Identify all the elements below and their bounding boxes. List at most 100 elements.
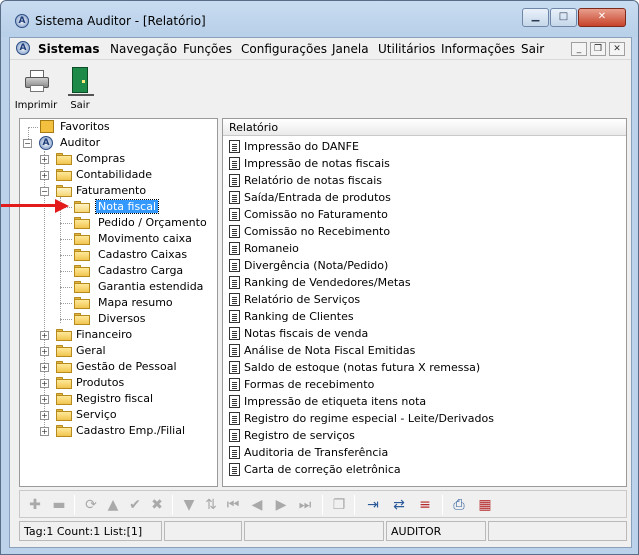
report-item[interactable]: Saída/Entrada de produtos xyxy=(229,189,619,206)
tree-item-geral[interactable]: + Geral xyxy=(20,343,217,359)
first-record-icon[interactable]: ⏮ xyxy=(224,496,242,514)
print-button[interactable]: Imprimir xyxy=(13,64,59,112)
minimize-icon[interactable]: ▁ xyxy=(522,8,549,27)
printer-small-icon[interactable]: ⎙ xyxy=(450,496,468,514)
tree-item-pedido-orcamento[interactable]: Pedido / Orçamento xyxy=(20,215,217,231)
confirm-icon[interactable]: ✔ xyxy=(126,496,144,514)
next-record-icon[interactable]: ▶ xyxy=(272,496,290,514)
close-icon[interactable]: ✕ xyxy=(578,8,626,27)
menu-informacoes[interactable]: Informações xyxy=(441,42,515,56)
menu-janela[interactable]: Janela xyxy=(332,42,369,56)
expand-icon[interactable]: + xyxy=(40,347,49,356)
menu-funcoes[interactable]: Funções xyxy=(183,42,232,56)
report-list[interactable]: Relatório Impressão do DANFE Impressão de… xyxy=(222,118,627,487)
report-document-icon xyxy=(229,361,240,374)
navigation-tree[interactable]: Favoritos − A Auditor + Compras + Contab… xyxy=(19,118,218,487)
tree-item-faturamento[interactable]: − Faturamento xyxy=(20,183,217,199)
tree-item-cadastro-carga[interactable]: Cadastro Carga xyxy=(20,263,217,279)
tree-item-compras[interactable]: + Compras xyxy=(20,151,217,167)
filter-icon[interactable]: ▼ xyxy=(180,496,198,514)
report-document-icon xyxy=(229,378,240,391)
report-item[interactable]: Saldo de estoque (notas futura X remessa… xyxy=(229,359,619,376)
report-item[interactable]: Auditoria de Transferência xyxy=(229,444,619,461)
mdi-restore-icon[interactable]: ❐ xyxy=(590,42,606,56)
tree-item-contabilidade[interactable]: + Contabilidade xyxy=(20,167,217,183)
report-item[interactable]: Impressão de notas fiscais xyxy=(229,155,619,172)
menu-sair[interactable]: Sair xyxy=(521,42,544,56)
report-item[interactable]: Relatório de Serviços xyxy=(229,291,619,308)
title-bar[interactable]: A Sistema Auditor - [Relatório] ▁ □ ✕ xyxy=(1,1,638,37)
tree-label: Compras xyxy=(76,152,126,165)
last-record-icon[interactable]: ⏭ xyxy=(296,496,314,514)
tree-item-produtos[interactable]: + Produtos xyxy=(20,375,217,391)
cancel-icon[interactable]: ✖ xyxy=(148,496,166,514)
tree-item-movimento-caixa[interactable]: Movimento caixa xyxy=(20,231,217,247)
report-item[interactable]: Impressão de etiqueta itens nota xyxy=(229,393,619,410)
expand-icon[interactable]: + xyxy=(40,411,49,420)
import-icon[interactable]: ⇥ xyxy=(364,496,382,514)
expand-icon[interactable]: + xyxy=(40,331,49,340)
report-column-header[interactable]: Relatório xyxy=(223,119,626,136)
exit-door-icon xyxy=(68,67,94,96)
report-document-icon xyxy=(229,463,240,476)
remove-icon[interactable]: ▬ xyxy=(50,496,68,514)
report-item[interactable]: Formas de recebimento xyxy=(229,376,619,393)
mdi-minimize-icon[interactable]: _ xyxy=(571,42,587,56)
exit-button[interactable]: Sair xyxy=(57,64,103,112)
report-item[interactable]: Relatório de notas fiscais xyxy=(229,172,619,189)
tree-item-financeiro[interactable]: + Financeiro xyxy=(20,327,217,343)
menu-logo-icon[interactable]: A xyxy=(16,41,30,55)
collapse-icon[interactable]: − xyxy=(23,139,32,148)
window-title: Sistema Auditor - [Relatório] xyxy=(35,14,206,28)
tree-item-registro-fiscal[interactable]: + Registro fiscal xyxy=(20,391,217,407)
report-item[interactable]: Comissão no Recebimento xyxy=(229,223,619,240)
report-item[interactable]: Romaneio xyxy=(229,240,619,257)
folder-icon xyxy=(74,297,90,309)
menu-sistemas[interactable]: Sistemas xyxy=(38,42,100,56)
calendar-icon[interactable]: ▦ xyxy=(476,496,494,514)
menu-utilitarios[interactable]: Utilitários xyxy=(378,42,435,56)
tree-item-auditor[interactable]: − A Auditor xyxy=(20,135,217,151)
report-item[interactable]: Ranking de Clientes xyxy=(229,308,619,325)
refresh-icon[interactable]: ⟳ xyxy=(82,496,100,514)
tree-item-mapa-resumo[interactable]: Mapa resumo xyxy=(20,295,217,311)
report-item[interactable]: Registro do regime especial - Leite/Deri… xyxy=(229,410,619,427)
tree-item-favoritos[interactable]: Favoritos xyxy=(20,119,217,135)
tree-item-cadastro-caixas[interactable]: Cadastro Caixas xyxy=(20,247,217,263)
expand-icon[interactable]: + xyxy=(40,379,49,388)
app-logo-icon[interactable]: A xyxy=(15,14,29,28)
expand-icon[interactable]: + xyxy=(40,395,49,404)
add-icon[interactable]: ✚ xyxy=(26,496,44,514)
sort-icon[interactable]: ⇅ xyxy=(202,496,220,514)
report-item[interactable]: Divergência (Nota/Pedido) xyxy=(229,257,619,274)
client-area: A Sistemas Navegação Funções Configuraçõ… xyxy=(9,37,632,548)
tree-item-cadastro-emp-filial[interactable]: + Cadastro Emp./Filial xyxy=(20,423,217,439)
report-item[interactable]: Impressão do DANFE xyxy=(229,138,619,155)
report-item[interactable]: Ranking de Vendedores/Metas xyxy=(229,274,619,291)
expand-icon[interactable]: + xyxy=(40,171,49,180)
mdi-close-icon[interactable]: ✕ xyxy=(609,42,625,56)
report-item[interactable]: Registro de serviços xyxy=(229,427,619,444)
menu-configuracoes[interactable]: Configurações xyxy=(241,42,327,56)
expand-icon[interactable]: + xyxy=(40,155,49,164)
report-item[interactable]: Carta de correção eletrônica xyxy=(229,461,619,478)
export-icon[interactable]: ⇄ xyxy=(390,496,408,514)
collapse-icon[interactable]: − xyxy=(40,187,49,196)
report-item[interactable]: Notas fiscais de venda xyxy=(229,325,619,342)
tree-item-garantia-estendida[interactable]: Garantia estendida xyxy=(20,279,217,295)
status-bar: Tag:1 Count:1 List:[1] AUDITOR xyxy=(19,521,627,541)
maximize-icon[interactable]: □ xyxy=(550,8,577,27)
tree-item-servico[interactable]: + Serviço xyxy=(20,407,217,423)
expand-icon[interactable]: + xyxy=(40,363,49,372)
report-item-label: Registro do regime especial - Leite/Deri… xyxy=(244,412,494,425)
report-item[interactable]: Análise de Nota Fiscal Emitidas xyxy=(229,342,619,359)
expand-icon[interactable]: + xyxy=(40,427,49,436)
copy-icon[interactable]: ❐ xyxy=(330,496,348,514)
previous-record-icon[interactable]: ◀ xyxy=(248,496,266,514)
sort-list-icon[interactable]: ≡ xyxy=(416,496,434,514)
menu-navegacao[interactable]: Navegação xyxy=(110,42,177,56)
report-item[interactable]: Comissão no Faturamento xyxy=(229,206,619,223)
up-icon[interactable]: ▲ xyxy=(104,496,122,514)
tree-item-diversos[interactable]: Diversos xyxy=(20,311,217,327)
tree-item-gestao-pessoal[interactable]: + Gestão de Pessoal xyxy=(20,359,217,375)
